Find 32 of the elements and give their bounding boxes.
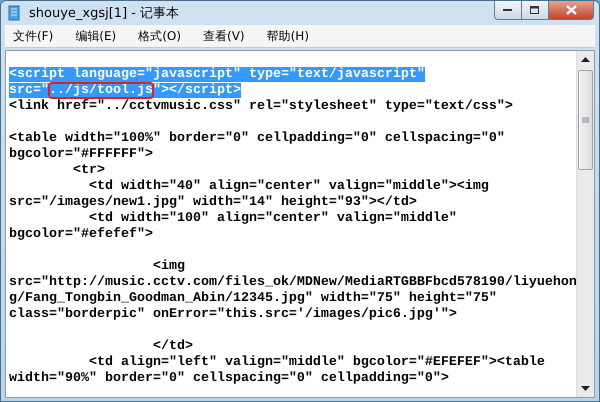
- code-line: <link href="../cctvmusic.css" rel="stylesheet" type="text/css">: [9, 99, 513, 114]
- annotation-box: ../js/tool.js: [49, 83, 153, 98]
- code-line: <img: [152, 259, 185, 274]
- code-line: </td>: [152, 339, 193, 354]
- scroll-thumb[interactable]: [578, 70, 593, 170]
- window-title: shouye_xgsj[1] - 记事本: [29, 5, 180, 22]
- code-line: <td width="40" align="center" valign="middle"><img: [88, 179, 489, 194]
- code-line: g/Fang_Tongbin_Goodman_Abin/12345.jpg" width="75" height="75": [9, 291, 497, 306]
- close-icon: [566, 5, 576, 15]
- menu-item[interactable]: 文件(F): [9, 26, 62, 46]
- code-line: <table width="100%" border="0" cellpadding="0" cellspacing="0": [9, 131, 505, 146]
- maximize-icon: [530, 6, 540, 14]
- maximize-button[interactable]: [522, 1, 549, 20]
- menu-item[interactable]: 帮助(H): [262, 26, 317, 46]
- code-line: src="http://music.cctv.com/files_ok/MDNew/MediaRTGBBFbcd578190/liyuehon: [9, 275, 576, 290]
- code-line: <td align="left" valign="middle" bgcolor="#EFEFEF"><table: [88, 355, 545, 370]
- menu-item[interactable]: 格式(O): [134, 26, 190, 46]
- minimize-icon: [503, 8, 513, 12]
- menu-item[interactable]: 查看(V): [199, 26, 253, 46]
- code-line: class="borderpic" onError="this.src='/images/pic6.jpg'">: [9, 307, 457, 322]
- code-line: bgcolor="#efefef">: [9, 227, 153, 242]
- menu-item[interactable]: 编辑(E): [71, 26, 124, 46]
- code-line: src="/images/new1.jpg" width="14" height="93"></td>: [9, 195, 417, 210]
- scrollbar[interactable]: [576, 51, 594, 397]
- code-line: bgcolor="#FFFFFF">: [9, 147, 153, 162]
- minimize-button[interactable]: [494, 1, 522, 20]
- code-line: <tr>: [72, 163, 105, 178]
- code-line: <td width="100" align="center" valign="middle": [88, 211, 457, 226]
- close-button[interactable]: [549, 1, 594, 20]
- grip-icon: [582, 116, 589, 124]
- code-line: width="90%" border="0" cellspacing="0" cellpadding="0">: [9, 371, 449, 386]
- notepad-icon: [7, 5, 21, 21]
